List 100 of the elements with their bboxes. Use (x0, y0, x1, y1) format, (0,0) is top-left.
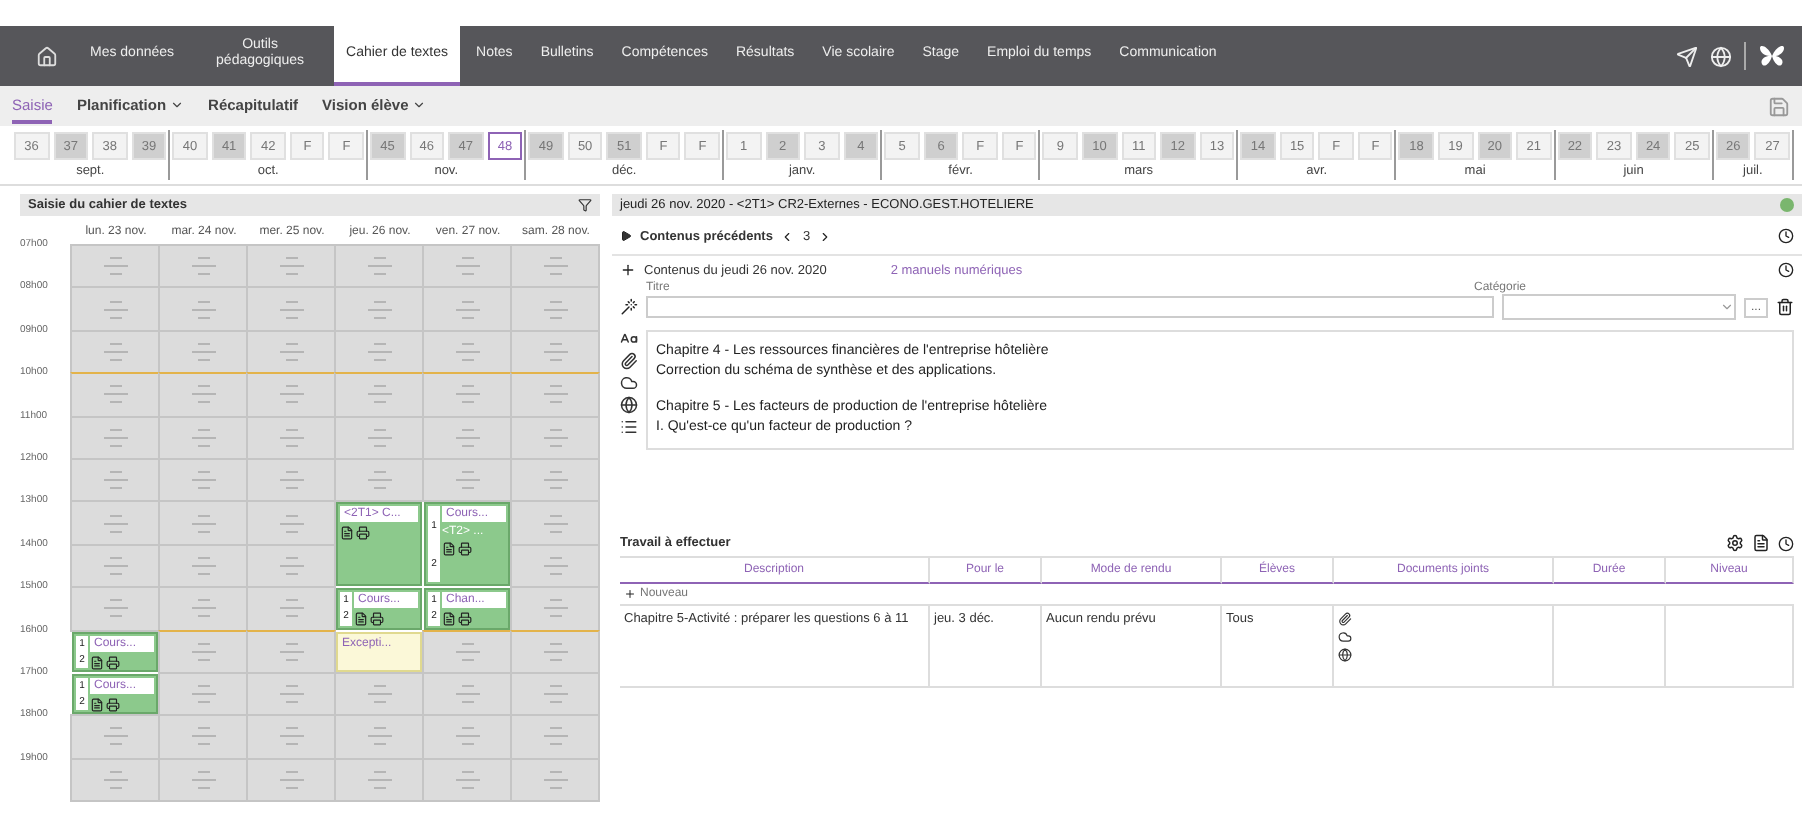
document-icon (442, 542, 456, 557)
document-icon (442, 612, 456, 627)
gear-icon[interactable] (1726, 534, 1744, 552)
empty-slot[interactable] (510, 500, 600, 546)
attachment-icon[interactable] (620, 352, 638, 370)
dashes-icon (187, 254, 219, 279)
dashes-icon (275, 297, 307, 322)
send-icon[interactable] (1676, 45, 1698, 67)
globe-icon (1338, 648, 1352, 662)
dashes-icon (539, 339, 571, 364)
dashes-icon (363, 297, 395, 322)
document-icon[interactable] (1752, 534, 1770, 552)
home-icon[interactable] (36, 45, 58, 67)
dashes-icon (539, 382, 571, 407)
dashes-icon (187, 382, 219, 407)
dashes-icon (187, 339, 219, 364)
dashes-icon (187, 767, 219, 792)
printer-icon (106, 655, 120, 670)
dashes-icon (187, 682, 219, 707)
dashes-icon (99, 468, 131, 493)
dashes-icon (99, 297, 131, 322)
dashes-icon (451, 682, 483, 707)
dashes-icon (275, 682, 307, 707)
dashes-icon (363, 468, 395, 493)
dashes-icon (187, 596, 219, 621)
dashes-icon (451, 382, 483, 407)
dashes-icon (99, 767, 131, 792)
dashes-icon (539, 767, 571, 792)
dashes-icon (187, 553, 219, 578)
add-icon[interactable] (624, 588, 636, 600)
title-field[interactable] (646, 296, 1494, 318)
dashes-icon (275, 511, 307, 536)
dashes-icon (363, 724, 395, 749)
dashes-icon (187, 511, 219, 536)
list-icon[interactable] (620, 418, 638, 436)
dashes-icon (451, 339, 483, 364)
dashes-icon (451, 639, 483, 664)
dashes-icon (539, 254, 571, 279)
dashes-icon (187, 639, 219, 664)
dashes-icon (363, 339, 395, 364)
category-select[interactable] (1502, 294, 1736, 320)
dashes-icon (275, 596, 307, 621)
dashes-icon (451, 425, 483, 450)
font-icon[interactable] (620, 330, 638, 348)
save-icon[interactable] (1768, 95, 1790, 117)
printer-icon (356, 526, 370, 541)
add-icon[interactable] (620, 262, 636, 278)
dashes-icon (275, 767, 307, 792)
dashes-icon (275, 724, 307, 749)
wand-icon[interactable] (620, 298, 638, 316)
printer-icon (458, 612, 472, 627)
dashes-icon (451, 254, 483, 279)
caret-icon (1720, 300, 1734, 314)
dashes-icon (99, 553, 131, 578)
dashes-icon (451, 767, 483, 792)
cloud-icon[interactable] (620, 374, 638, 392)
dashes-icon (275, 339, 307, 364)
empty-slot[interactable] (510, 543, 600, 589)
dashes-icon (275, 254, 307, 279)
trash-icon[interactable] (1776, 298, 1794, 316)
content-editor[interactable] (646, 330, 1794, 450)
dashes-icon (363, 254, 395, 279)
caret-icon (412, 97, 427, 111)
dashes-icon (99, 425, 131, 450)
filter-icon[interactable] (578, 198, 592, 212)
document-icon (354, 612, 368, 627)
printer-icon (370, 612, 384, 627)
next-icon[interactable] (818, 229, 833, 243)
globe-icon[interactable] (620, 396, 638, 414)
dashes-icon (275, 382, 307, 407)
dashes-icon (539, 596, 571, 621)
dashes-icon (99, 596, 131, 621)
document-icon (340, 526, 354, 541)
dashes-icon (451, 468, 483, 493)
dashes-icon (539, 682, 571, 707)
cloud-icon (1338, 630, 1352, 644)
dashes-icon (451, 724, 483, 749)
dashes-icon (99, 382, 131, 407)
dashes-icon (363, 382, 395, 407)
previous-icon[interactable] (780, 229, 795, 243)
printer-icon (458, 542, 472, 557)
dashes-icon (539, 425, 571, 450)
dashes-icon (275, 425, 307, 450)
clock-icon (1778, 535, 1794, 551)
dashes-icon (539, 639, 571, 664)
dashes-icon (187, 297, 219, 322)
dashes-icon (539, 553, 571, 578)
dashes-icon (363, 767, 395, 792)
document-icon (90, 655, 104, 670)
triangle-icon[interactable] (620, 230, 632, 242)
document-icon (90, 697, 104, 712)
dashes-icon (539, 724, 571, 749)
dashes-icon (275, 639, 307, 664)
dashes-icon (539, 297, 571, 322)
dashes-icon (187, 425, 219, 450)
dashes-icon (539, 468, 571, 493)
clock-icon (1778, 262, 1794, 278)
dashes-icon (187, 724, 219, 749)
dashes-icon (451, 297, 483, 322)
dashes-icon (539, 511, 571, 536)
